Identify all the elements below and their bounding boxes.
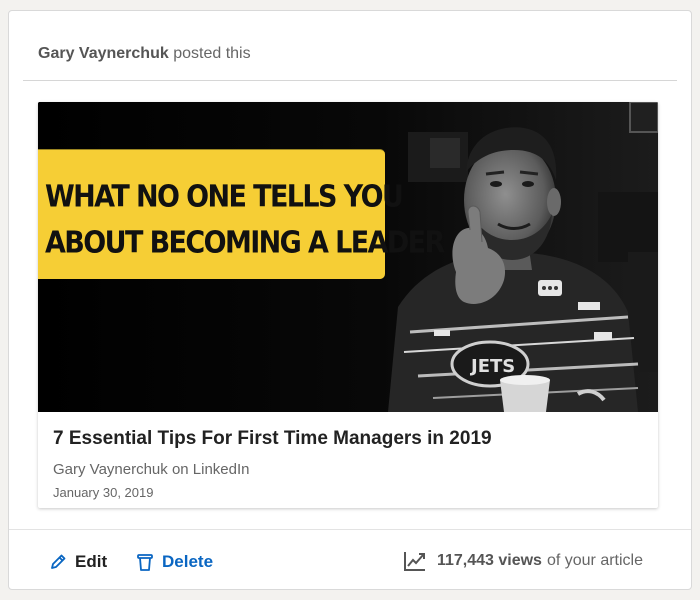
pencil-icon bbox=[51, 554, 66, 569]
post-author[interactable]: Gary Vaynerchuk bbox=[38, 45, 169, 62]
views-stat[interactable]: 117,443 views of your article bbox=[403, 550, 643, 572]
article-date: January 30, 2019 bbox=[53, 485, 154, 500]
banner-headline: WHAT NO ONE TELLS YOU ABOUT BECOMING A L… bbox=[45, 174, 445, 266]
article-thumbnail[interactable]: JETS WHAT NO ONE TELLS YOU ABOUT BECOMIN… bbox=[38, 102, 658, 412]
delete-button[interactable]: Delete bbox=[136, 552, 213, 572]
svg-text:JETS: JETS bbox=[469, 356, 515, 377]
article-title[interactable]: 7 Essential Tips For First Time Managers… bbox=[53, 428, 492, 450]
views-count: 117,443 views bbox=[436, 552, 542, 569]
article-banner: WHAT NO ONE TELLS YOU ABOUT BECOMING A L… bbox=[38, 149, 445, 279]
edit-button[interactable]: Edit bbox=[49, 552, 107, 572]
post-footer: Edit Delete 117,443 views of your articl… bbox=[9, 530, 691, 590]
article-info: 7 Essential Tips For First Time Managers… bbox=[38, 412, 658, 508]
views-suffix: of your article bbox=[546, 552, 643, 569]
edit-label: Edit bbox=[75, 552, 108, 571]
banner-line-1: WHAT NO ONE TELLS YOU bbox=[45, 179, 404, 215]
banner-line-2: ABOUT BECOMING A LEADER bbox=[45, 225, 445, 261]
delete-label: Delete bbox=[162, 552, 214, 571]
trash-icon bbox=[137, 554, 153, 571]
article-card[interactable]: JETS WHAT NO ONE TELLS YOU ABOUT BECOMIN… bbox=[38, 102, 658, 508]
post-header: Gary Vaynerchuk posted this bbox=[23, 11, 677, 81]
post-card: Gary Vaynerchuk posted this JETS WHAT NO… bbox=[8, 10, 692, 590]
post-action-text: posted this bbox=[173, 45, 251, 62]
post-attribution: Gary Vaynerchuk posted this bbox=[38, 45, 251, 63]
trending-up-chart-icon bbox=[403, 552, 425, 571]
article-source: Gary Vaynerchuk on LinkedIn bbox=[53, 461, 250, 478]
